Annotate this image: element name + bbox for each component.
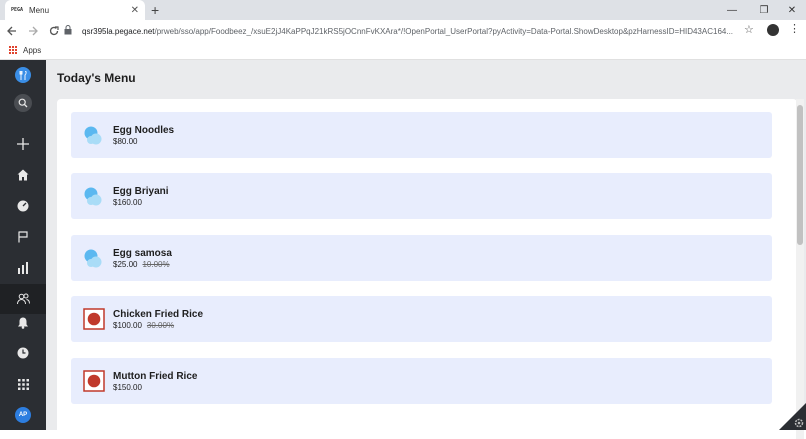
apps-bookmark[interactable]: Apps: [23, 46, 41, 55]
non-veg-icon: [83, 370, 105, 392]
reload-button[interactable]: [45, 22, 63, 40]
menu-item-card[interactable]: Egg Briyani $160.00: [71, 173, 772, 219]
menu-item-price: $80.00: [113, 137, 138, 146]
search-icon: [14, 94, 32, 112]
menu-item-card[interactable]: Egg Noodles $80.00: [71, 112, 772, 158]
menu-item-price-row: $80.00: [113, 137, 137, 146]
profile-button[interactable]: AP: [0, 400, 46, 430]
apps-grid-icon[interactable]: [9, 46, 18, 55]
search-button[interactable]: [0, 88, 46, 118]
bookmark-star-icon[interactable]: ☆: [744, 23, 754, 36]
address-bar: qsr395la.pegace.net/prweb/sso/app/Foodbe…: [0, 20, 806, 42]
app-sidebar: AP: [0, 60, 46, 430]
browser-profile-icon[interactable]: [767, 24, 779, 36]
url-host: qsr395la.pegace.net: [82, 26, 155, 36]
main-content: Today's Menu Egg Noodles $80.00 Egg Briyan…: [46, 60, 806, 439]
close-tab-icon[interactable]: ✕: [131, 5, 139, 16]
tab-title: Menu: [29, 5, 50, 15]
back-button[interactable]: [3, 22, 21, 40]
close-window-button[interactable]: ✕: [778, 0, 806, 20]
app-logo-icon: [15, 67, 31, 83]
menu-item-card[interactable]: Mutton Fried Rice $150.00: [71, 358, 772, 404]
bell-icon: [18, 317, 28, 329]
menu-item-price-row: $25.00 10.00%: [113, 260, 170, 269]
app-logo[interactable]: [0, 60, 46, 90]
scroll-thumb[interactable]: [797, 105, 803, 245]
browser-menu-icon[interactable]: ⋮: [789, 22, 800, 35]
menu-item-discount: 30.00%: [146, 321, 175, 330]
lock-icon: [64, 25, 76, 37]
menu-item-name: Mutton Fried Rice: [113, 371, 198, 382]
minimize-button[interactable]: —: [718, 0, 746, 20]
back-arrow-icon: [7, 26, 16, 36]
menu-item-card[interactable]: Egg samosa $25.00 10.00%: [71, 235, 772, 281]
cloud-icon: [83, 247, 105, 269]
flag-icon: [18, 231, 28, 243]
url-path: /prweb/sso/app/Foodbeez_/xsuE2jJ4KaPPqJ2…: [154, 26, 734, 36]
plus-icon: [17, 138, 29, 150]
menu-item-price-row: $100.00 30.00%: [113, 321, 174, 330]
url-field[interactable]: qsr395la.pegace.net/prweb/sso/app/Foodbe…: [64, 22, 764, 40]
cloud-icon: [83, 124, 105, 146]
flag-button[interactable]: [0, 222, 46, 252]
recents-button[interactable]: [0, 338, 46, 368]
menu-item-discount: 10.00%: [142, 260, 170, 269]
create-button[interactable]: [0, 129, 46, 159]
non-veg-icon: [83, 308, 105, 330]
menu-item-price-row: $160.00: [113, 198, 142, 207]
menu-item-card[interactable]: Chicken Fried Rice $100.00 30.00%: [71, 296, 772, 342]
browser-tab[interactable]: PEGA Menu ✕: [5, 0, 145, 20]
restore-button[interactable]: ❐: [750, 0, 778, 20]
menu-item-price: $100.00: [113, 321, 142, 330]
dashboard-button[interactable]: [0, 191, 46, 221]
bookmarks-bar: Apps: [0, 42, 806, 60]
menu-item-price: $25.00: [113, 260, 138, 269]
cloud-icon: [83, 185, 105, 207]
menu-item-price: $150.00: [113, 383, 142, 392]
apps-menu-button[interactable]: [0, 369, 46, 399]
menu-item-name: Egg Noodles: [113, 125, 175, 136]
browser-tab-bar: PEGA Menu ✕ + — ❐ ✕: [0, 0, 806, 20]
menu-item-price: $160.00: [113, 198, 142, 207]
forward-button[interactable]: [24, 22, 42, 40]
page-title: Today's Menu: [57, 71, 136, 85]
grid-icon: [17, 378, 29, 390]
menu-item-name: Egg samosa: [113, 248, 172, 259]
new-tab-button[interactable]: +: [151, 1, 159, 19]
avatar: AP: [15, 407, 31, 423]
pega-favicon-icon: PEGA: [11, 7, 24, 13]
reports-button[interactable]: [0, 253, 46, 283]
home-button[interactable]: [0, 160, 46, 190]
menu-panel: Egg Noodles $80.00 Egg Briyani $160.00 Egg s…: [57, 99, 797, 439]
forward-arrow-icon: [29, 26, 38, 36]
gear-icon: [794, 418, 804, 428]
dashboard-icon: [17, 200, 29, 212]
menu-item-name: Egg Briyani: [113, 186, 169, 197]
home-icon: [17, 169, 29, 181]
scrollbar[interactable]: [796, 99, 804, 439]
bar-chart-icon: [18, 262, 28, 274]
menu-item-price-row: $150.00: [113, 383, 142, 392]
reload-icon: [49, 26, 59, 36]
menu-item-name: Chicken Fried Rice: [113, 309, 204, 320]
clock-icon: [17, 347, 29, 359]
users-icon: [16, 293, 30, 305]
notifications-button[interactable]: [0, 308, 46, 338]
